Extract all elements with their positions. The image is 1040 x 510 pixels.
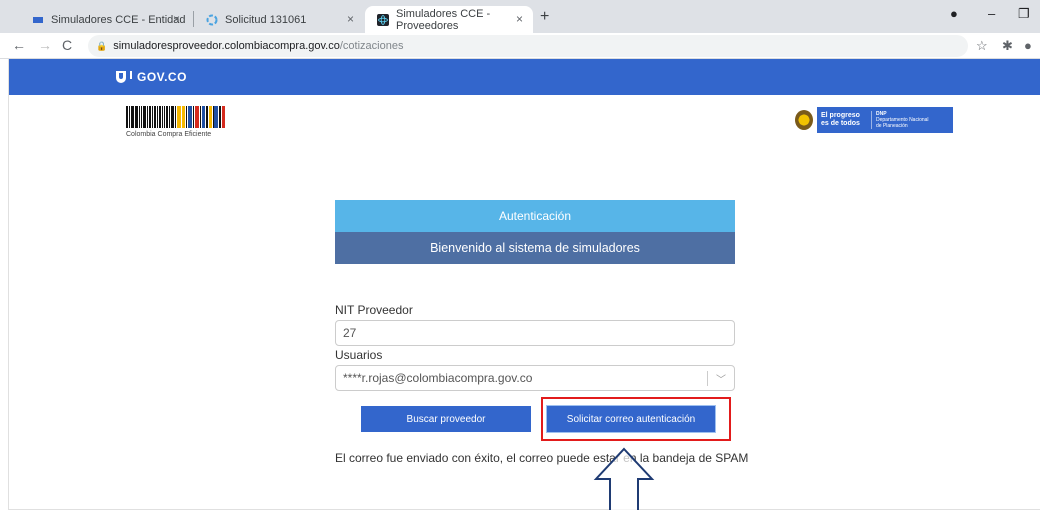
- dnp-logo[interactable]: El progreso es de todos DNP Departamento…: [795, 107, 953, 133]
- forward-icon[interactable]: →: [38, 37, 52, 53]
- users-select-value: ****r.rojas@colombiacompra.gov.co: [343, 371, 533, 385]
- url-host: simuladoresproveedor.colombiacompra.gov.…: [113, 40, 340, 52]
- url-input[interactable]: 🔒 simuladoresproveedor.colombiacompra.go…: [88, 35, 968, 57]
- nit-label: NIT Proveedor: [335, 303, 413, 317]
- back-icon[interactable]: ←: [12, 37, 26, 53]
- gov-header-bar: GOV.CO: [9, 59, 1040, 95]
- star-icon[interactable]: ☆: [976, 38, 988, 54]
- tab-solicitud[interactable]: Solicitud 131061 ×: [194, 6, 364, 33]
- gov-co-logo[interactable]: GOV.CO: [116, 70, 187, 84]
- colombia-seal-icon: [795, 110, 813, 130]
- auth-panel-subtitle: Bienvenido al sistema de simuladores: [335, 232, 735, 264]
- tab-strip: Simuladores CCE - Entidad × Solicitud 13…: [0, 0, 1040, 33]
- close-tab-icon[interactable]: ×: [347, 12, 354, 26]
- address-bar: ← → C 🔒 simuladoresproveedor.colombiacom…: [0, 33, 1040, 59]
- users-label: Usuarios: [335, 348, 383, 362]
- extensions-icon[interactable]: ✱: [1002, 38, 1013, 54]
- cce-favicon-icon: [32, 14, 44, 26]
- close-tab-icon[interactable]: ×: [173, 12, 180, 26]
- auth-panel-title: Autenticación: [335, 200, 735, 232]
- tab-simuladores-proveedores[interactable]: Simuladores CCE - Proveedores ×: [365, 6, 533, 33]
- gov-shield-icon: [116, 71, 126, 83]
- browser-window: Simuladores CCE - Entidad × Solicitud 13…: [0, 0, 1040, 510]
- users-select[interactable]: ****r.rojas@colombiacompra.gov.co ﹀: [335, 365, 735, 391]
- dnp-slogan: El progreso es de todos: [821, 112, 860, 127]
- profile-menu-icon[interactable]: ●: [950, 6, 958, 21]
- reload-icon[interactable]: C: [62, 37, 72, 53]
- url-path: /cotizaciones: [339, 40, 404, 52]
- barcode-logo-icon: [126, 106, 226, 128]
- react-favicon-icon: [377, 13, 389, 26]
- highlight-box: [541, 397, 731, 441]
- nit-input[interactable]: 27: [335, 320, 735, 346]
- gov-logo-text: GOV.CO: [137, 70, 187, 84]
- gov-tick-icon: [130, 71, 132, 79]
- search-provider-button[interactable]: Buscar proveedor: [361, 406, 531, 432]
- account-icon[interactable]: ●: [1024, 38, 1032, 53]
- loading-favicon-icon: [206, 14, 218, 26]
- cce-logo-caption: Colombia Compra Eficiente: [126, 131, 212, 138]
- dnp-name: DNP Departamento Nacional de Planeación: [871, 111, 932, 129]
- dnp-full-name: Departamento Nacional de Planeación: [876, 117, 929, 129]
- lock-icon: 🔒: [96, 40, 108, 51]
- colombia-compra-logo[interactable]: Colombia Compra Eficiente: [126, 106, 226, 142]
- tab-title: Solicitud 131061: [225, 13, 307, 26]
- dnp-banner: El progreso es de todos DNP Departamento…: [817, 107, 953, 133]
- close-tab-icon[interactable]: ×: [516, 12, 523, 26]
- minimize-icon[interactable]: –: [988, 6, 995, 21]
- select-separator: [707, 371, 708, 386]
- tab-simuladores-entidad[interactable]: Simuladores CCE - Entidad ×: [20, 6, 190, 33]
- tab-title: Simuladores CCE - Proveedores: [396, 7, 491, 32]
- restore-icon[interactable]: ❐: [1018, 6, 1030, 22]
- success-message: El correo fue enviado con éxito, el corr…: [335, 451, 749, 465]
- page-content: GOV.CO Colombia Compra Eficiente El prog…: [8, 59, 1040, 510]
- chevron-down-icon[interactable]: ﹀: [716, 371, 726, 386]
- tab-title: Simuladores CCE - Entidad: [51, 13, 186, 26]
- new-tab-button[interactable]: +: [540, 8, 549, 26]
- arrow-up-icon: [593, 447, 655, 510]
